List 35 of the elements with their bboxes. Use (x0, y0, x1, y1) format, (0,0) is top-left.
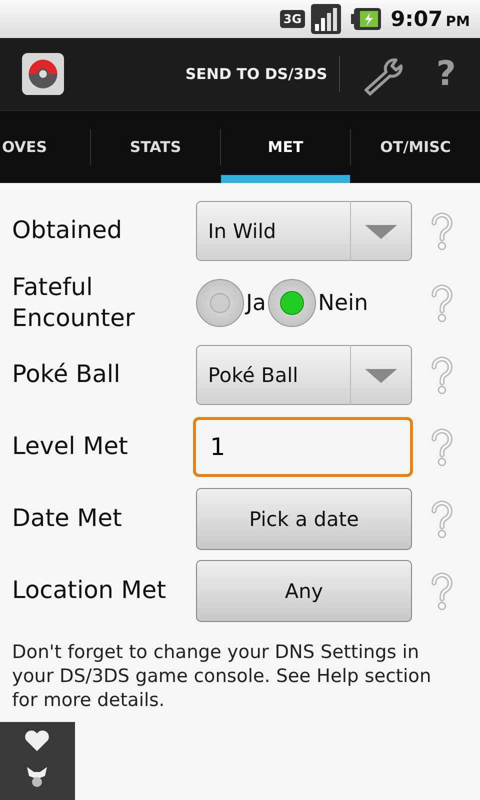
creature-icon[interactable] (25, 764, 49, 788)
dns-note: Don't forget to change your DNS Settings in your DS/3DS game console. See Help section for more details. (12, 641, 432, 713)
field-label: Poké Ball (12, 359, 122, 390)
clock: 9:07 PM (390, 7, 470, 31)
picker-button[interactable]: Pick a date (196, 488, 412, 550)
send-button[interactable]: SEND TO DS/3DS (173, 57, 340, 91)
help-icon[interactable] (430, 427, 454, 467)
tab[interactable]: MET (221, 111, 350, 183)
help-icon[interactable] (430, 283, 454, 323)
dropdown[interactable]: Poké Ball (196, 345, 412, 405)
help-icon[interactable] (430, 355, 454, 395)
picker-button[interactable]: Any (196, 560, 412, 622)
tab[interactable]: OVES (0, 111, 90, 183)
help-icon[interactable] (430, 571, 454, 611)
heart-icon[interactable] (24, 730, 50, 752)
field-label: Obtained (12, 215, 124, 246)
signal-icon (310, 4, 341, 34)
radio-label: Nein (318, 290, 368, 316)
dropdown[interactable]: In Wild (196, 201, 412, 261)
field-label: Date Met (12, 503, 123, 534)
field-label: Fateful Encounter (12, 272, 136, 334)
tab[interactable]: STATS (91, 111, 220, 183)
input-field[interactable]: 1 (193, 417, 413, 477)
radio-label: Ja (246, 290, 266, 316)
battery-icon (350, 8, 381, 30)
network-type: 3G (280, 10, 305, 28)
help-icon[interactable] (430, 499, 454, 539)
field-label: Location Met (12, 575, 168, 606)
help-icon[interactable] (430, 211, 454, 251)
app-icon[interactable] (22, 53, 64, 95)
radio-button[interactable] (268, 279, 316, 327)
tab[interactable]: OT/MISC (351, 111, 480, 183)
help-button[interactable]: ? (430, 54, 462, 94)
field-label: Level Met (12, 431, 129, 462)
radio-button[interactable] (196, 279, 244, 327)
